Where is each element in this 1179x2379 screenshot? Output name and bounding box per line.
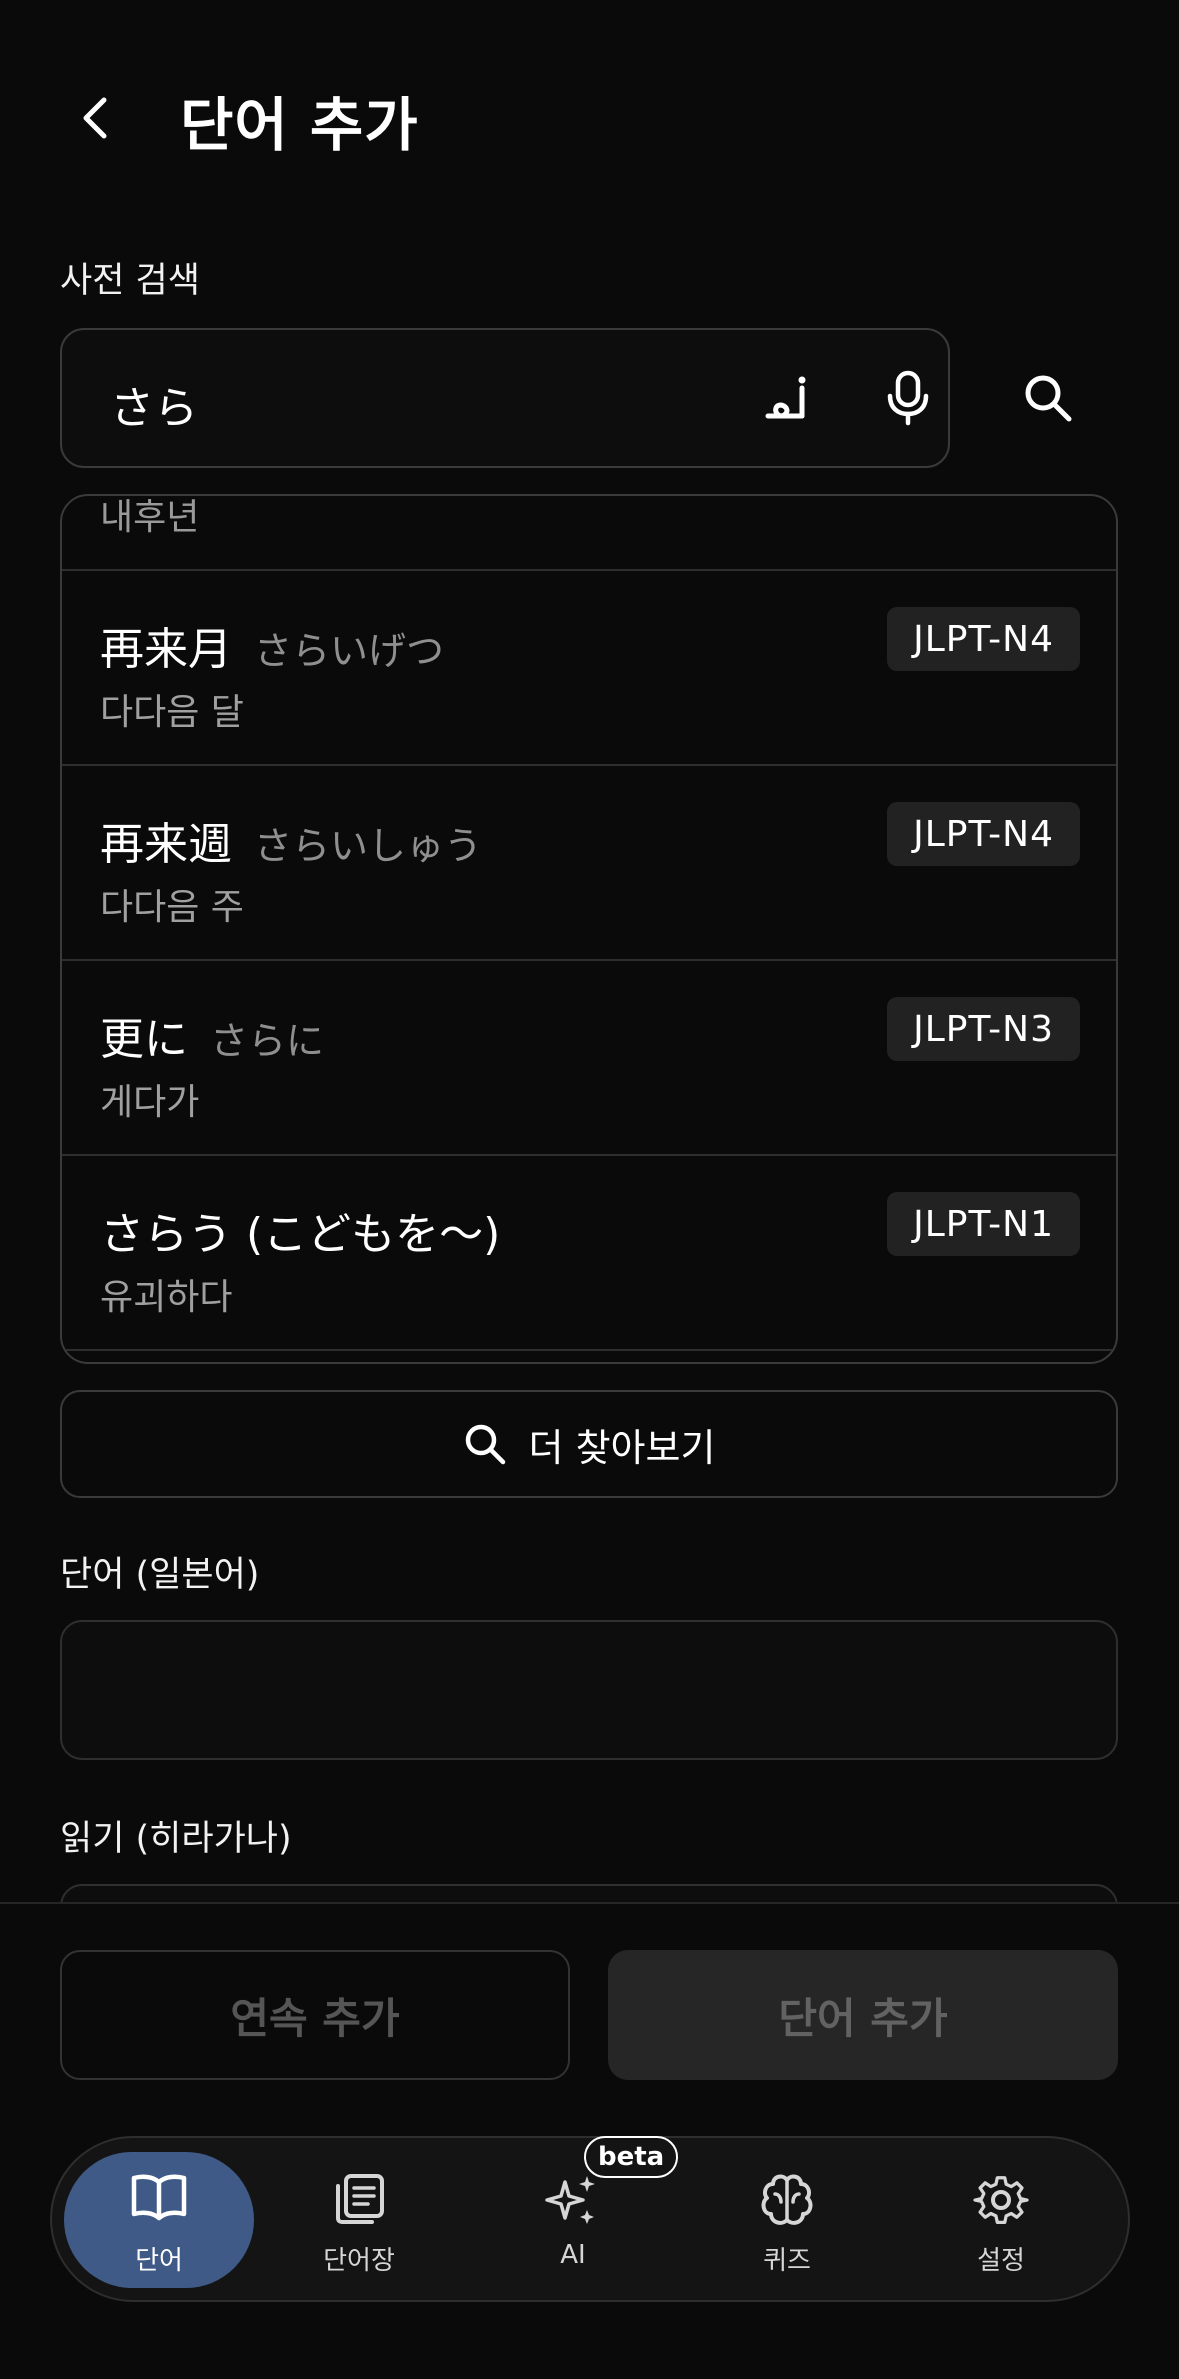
tab-quiz[interactable]: 퀴즈: [692, 2152, 882, 2288]
tab-wordbook[interactable]: 단어장: [264, 2152, 454, 2288]
sparkles-icon: [545, 2176, 595, 2224]
search-icon: [1025, 375, 1072, 422]
result-reading: さらに: [210, 1019, 325, 1063]
gear-icon: [973, 2176, 1029, 2224]
result-reading: さらいしゅう: [254, 824, 483, 868]
header: 단어 추가: [0, 60, 1179, 160]
reading-field-label: 읽기 (히라가나): [60, 1819, 292, 1859]
word-field-label: 단어 (일본어): [60, 1555, 260, 1595]
microphone-icon: [887, 370, 929, 426]
tab-label: AI: [560, 2240, 586, 2270]
result-meaning: 다다음 주: [100, 887, 244, 928]
handwriting-button[interactable]: [752, 362, 824, 434]
word-input[interactable]: [60, 1620, 1118, 1760]
tab-settings[interactable]: 설정: [906, 2152, 1096, 2288]
search-button[interactable]: [1010, 360, 1086, 436]
search-icon: [465, 1424, 505, 1465]
back-button[interactable]: [60, 82, 132, 154]
result-meaning: 내후년: [100, 497, 200, 538]
result-word: さらう (こどもを～): [100, 1209, 501, 1260]
list-item[interactable]: 再来週 さらいしゅう 다다음 주 JLPT-N4: [62, 766, 1116, 961]
bottom-action-bar: 연속 추가 단어 추가 단어 단어장 AI 퀴즈 설정 beta: [0, 1902, 1179, 2379]
search-input[interactable]: さら: [60, 328, 950, 468]
result-word: 更に: [100, 1014, 188, 1065]
jlpt-level-badge: JLPT-N4: [887, 607, 1080, 671]
add-word-screen: 단어 추가 사전 검색 さら 내후년 再来月 さらいげつ 다다음 달 JLPT-…: [0, 0, 1179, 2379]
more-search-button[interactable]: 더 찾아보기: [60, 1390, 1118, 1498]
more-search-label: 더 찾아보기: [528, 1425, 716, 1470]
voice-input-button[interactable]: [872, 362, 944, 434]
jlpt-level-badge: JLPT-N3: [887, 997, 1080, 1061]
search-label: 사전 검색: [60, 261, 200, 301]
book-open-icon: [131, 2174, 187, 2221]
list-item[interactable]: さらう (こどもを～) 유괴하다 JLPT-N1: [62, 1156, 1116, 1351]
result-word: 再来週: [100, 819, 232, 870]
result-meaning: 게다가: [100, 1082, 200, 1123]
beta-badge: beta: [584, 2136, 679, 2178]
list-item[interactable]: 내후년: [62, 496, 1116, 571]
jlpt-level-badge: JLPT-N1: [887, 1192, 1080, 1256]
jlpt-level-badge: JLPT-N4: [887, 802, 1080, 866]
notebook-stack-icon: [336, 2174, 384, 2224]
tab-bar: 단어 단어장 AI 퀴즈 설정 beta: [50, 2136, 1130, 2302]
continue-add-button[interactable]: 연속 추가: [60, 1950, 570, 2080]
list-item[interactable]: 再来月 さらいげつ 다다음 달 JLPT-N4: [62, 571, 1116, 766]
tab-label: 단어장: [323, 2246, 395, 2276]
tab-word[interactable]: 단어: [64, 2152, 254, 2288]
list-item[interactable]: 更に さらに 게다가 JLPT-N3: [62, 961, 1116, 1156]
result-meaning: 다다음 달: [100, 692, 244, 733]
result-reading: さらいげつ: [254, 629, 445, 673]
add-word-button[interactable]: 단어 추가: [608, 1950, 1118, 2080]
tab-label: 퀴즈: [763, 2246, 811, 2276]
page-title: 단어 추가: [180, 91, 419, 159]
handwriting-icon: [765, 376, 806, 419]
tab-label: 단어: [135, 2246, 183, 2276]
brain-icon: [761, 2174, 813, 2225]
search-results-list[interactable]: 내후년 再来月 さらいげつ 다다음 달 JLPT-N4 再来週 さらいしゅう 다다음…: [60, 494, 1118, 1364]
tab-label: 설정: [977, 2246, 1025, 2276]
result-meaning: 유괴하다: [100, 1277, 233, 1318]
result-word: 再来月: [100, 624, 232, 675]
search-query[interactable]: さら: [110, 372, 198, 436]
chevron-left-icon: [83, 97, 107, 139]
